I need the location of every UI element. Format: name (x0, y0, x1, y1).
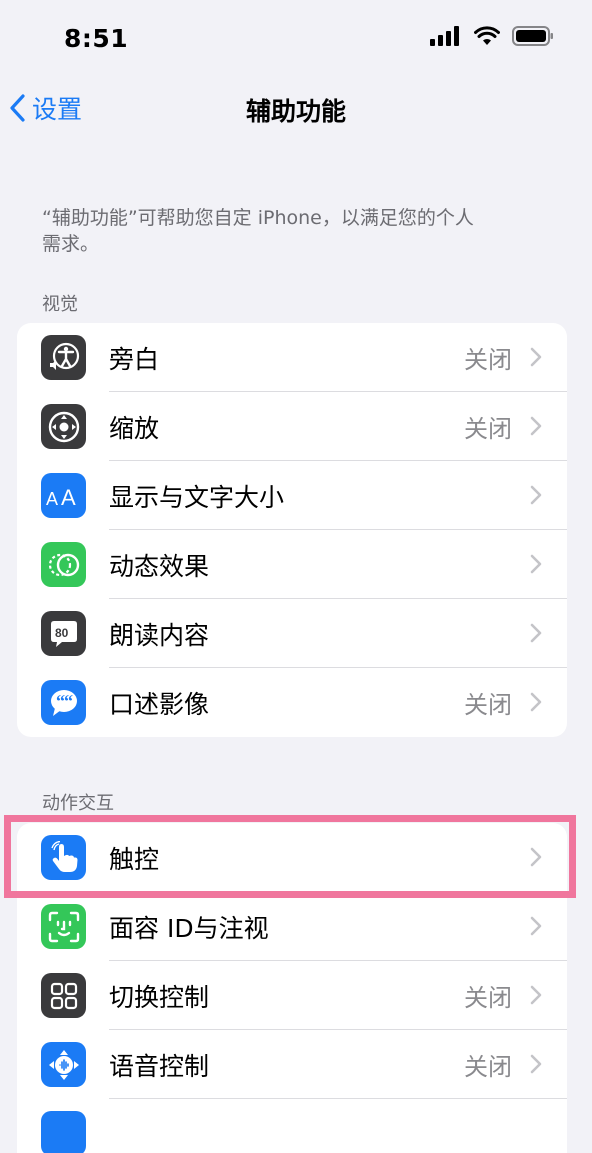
settings-row-audio-descriptions[interactable]: “ “ 口述影像 关闭 (17, 668, 567, 737)
cellular-signal-icon (430, 26, 459, 46)
partial-row-icon (41, 1111, 86, 1153)
svg-text:80: 80 (55, 626, 69, 640)
settings-row-label: 面容 ID与注视 (109, 913, 269, 943)
chevron-right-icon (530, 1054, 542, 1074)
settings-row-value: 关闭 (464, 691, 512, 719)
svg-text:A: A (46, 489, 58, 509)
chevron-right-icon (530, 985, 542, 1005)
settings-row-value: 关闭 (464, 415, 512, 443)
settings-row-switch-control[interactable]: 切换控制 关闭 (17, 961, 567, 1030)
status-time: 8:51 (64, 24, 129, 53)
page-description: “辅助功能”可帮助您自定 iPhone，以满足您的个人需求。 (42, 207, 474, 255)
text-size-icon: A A (41, 473, 86, 518)
audio-description-icon: “ “ (41, 680, 86, 725)
settings-row-label: 切换控制 (109, 982, 210, 1012)
settings-row-label: 触控 (109, 844, 160, 874)
status-icons (430, 26, 554, 46)
voice-control-icon (41, 1042, 86, 1087)
settings-row-label: 旁白 (109, 344, 160, 374)
motion-icon (41, 542, 86, 587)
settings-row-value: 关闭 (464, 346, 512, 374)
settings-row-value: 关闭 (464, 984, 512, 1012)
chevron-right-icon (530, 623, 542, 643)
settings-row-label: 动态效果 (109, 551, 210, 581)
settings-row-voiceover[interactable]: 旁白 关闭 (17, 323, 567, 392)
physical-motor-settings-group: 触控 面容 ID与注视 切换控制 关闭 语音控制 关闭 (17, 823, 567, 1153)
section-header-physical-motor: 动作交互 (42, 793, 114, 814)
chevron-right-icon (530, 847, 542, 867)
svg-text:A: A (61, 485, 76, 510)
touch-icon (41, 835, 86, 880)
status-bar: 8:51 (0, 0, 592, 80)
battery-icon (512, 26, 553, 46)
settings-row-label: 朗读内容 (109, 620, 210, 650)
navigation-bar: 设置 辅助功能 (0, 80, 592, 140)
chevron-right-icon (530, 692, 542, 712)
settings-row-zoom[interactable]: 缩放 关闭 (17, 392, 567, 461)
svg-text:“: “ (64, 691, 73, 711)
page-title: 辅助功能 (245, 97, 346, 126)
settings-row-spoken-content[interactable]: 80 朗读内容 (17, 599, 567, 668)
chevron-right-icon (530, 416, 542, 436)
spoken-content-icon: 80 (41, 611, 86, 656)
settings-row-label: 显示与文字大小 (109, 482, 285, 512)
settings-row-display-text-size[interactable]: A A 显示与文字大小 (17, 461, 567, 530)
switch-control-icon (41, 973, 86, 1018)
voiceover-icon (41, 335, 86, 380)
settings-row-touch[interactable]: 触控 (17, 823, 567, 892)
wifi-icon (474, 26, 500, 45)
settings-row-voice-control[interactable]: 语音控制 关闭 (17, 1030, 567, 1099)
settings-row-label: 语音控制 (109, 1051, 210, 1081)
settings-row-face-id-attention[interactable]: 面容 ID与注视 (17, 892, 567, 961)
settings-row-label: 口述影像 (109, 689, 210, 719)
settings-row-value: 关闭 (464, 1053, 512, 1081)
chevron-right-icon (530, 347, 542, 367)
face-id-icon (41, 904, 86, 949)
section-header-vision: 视觉 (42, 294, 78, 315)
vision-settings-group: 旁白 关闭 缩放 关闭 A A 显示与文字大小 动态效果 80 朗读内容 “ “… (17, 323, 567, 737)
settings-row-label: 缩放 (109, 413, 160, 443)
zoom-icon (41, 404, 86, 449)
chevron-right-icon (530, 485, 542, 505)
settings-row-partial[interactable] (17, 1099, 567, 1153)
settings-row-motion[interactable]: 动态效果 (17, 530, 567, 599)
chevron-right-icon (530, 916, 542, 936)
chevron-right-icon (530, 554, 542, 574)
